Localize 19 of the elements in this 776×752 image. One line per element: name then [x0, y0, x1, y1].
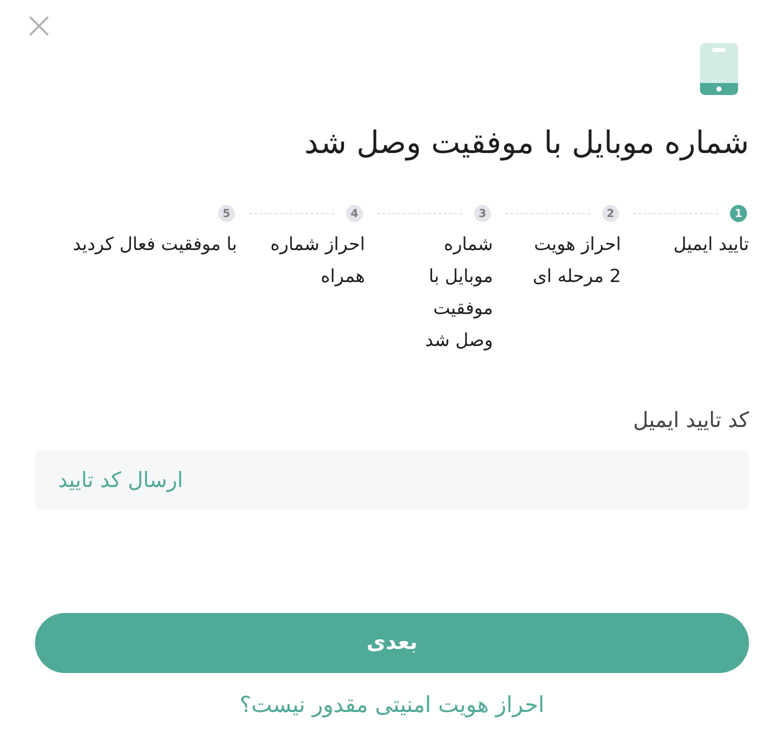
step-number: 2 — [602, 204, 619, 222]
close-icon — [29, 16, 49, 36]
step-label: با موفقیت فعال کردید — [72, 233, 237, 257]
dialog-title: شماره موبایل با موفقیت وصل شد — [303, 124, 749, 163]
step-label: احراز هویت 2 مرحله ای — [532, 233, 621, 289]
step-label: تایید ایمیل — [672, 233, 749, 257]
step-label: احراز شماره همراه — [269, 233, 365, 289]
step-label: شماره موبایل با موفقیت وصل شد — [424, 233, 493, 353]
step-number: 3 — [474, 204, 491, 222]
next-button[interactable]: بعدی — [35, 613, 749, 673]
step-number: 1 — [730, 204, 747, 222]
code-input-field[interactable]: ارسال کد تایید — [35, 450, 749, 510]
help-link[interactable]: احراز هویت امنیتی مقدور نیست؟ — [240, 692, 544, 720]
field-label: کد تایید ایمیل — [632, 407, 749, 434]
step-number: 5 — [218, 204, 235, 222]
step-number: 4 — [346, 204, 363, 222]
send-code-button[interactable]: ارسال کد تایید — [58, 466, 184, 494]
phone-icon — [700, 43, 738, 95]
close-button[interactable] — [29, 16, 49, 36]
